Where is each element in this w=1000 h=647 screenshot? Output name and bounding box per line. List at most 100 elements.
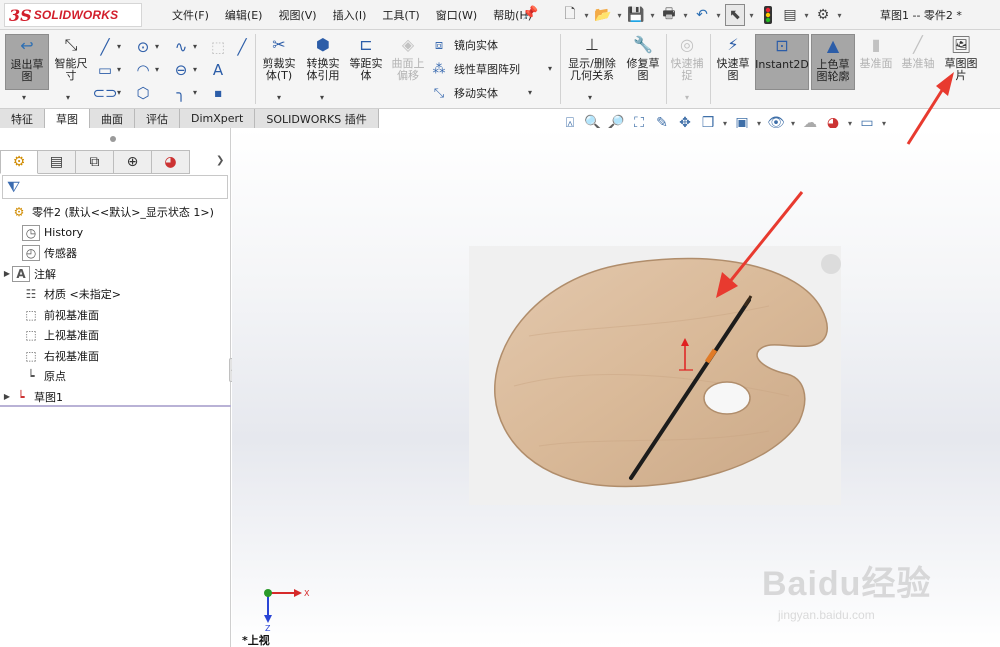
tree-item-right-plane[interactable]: ⬚ 右视基准面 (0, 346, 231, 367)
tree-item-origin[interactable]: ┕ 原点 (0, 366, 231, 387)
tab-surfaces[interactable]: 曲面 (90, 109, 135, 128)
display-manager-tab-icon[interactable]: ◕ (152, 150, 190, 174)
relations-dropdown[interactable]: ▾ (588, 93, 592, 102)
slot-dropdown[interactable]: ▾ (117, 88, 121, 97)
expand-arrow-icon[interactable]: ▶ (2, 392, 12, 401)
hide-show-dropdown[interactable]: ▾ (755, 119, 763, 128)
tab-evaluate[interactable]: 评估 (135, 109, 180, 128)
panel-grip[interactable] (110, 136, 116, 142)
fillet-icon[interactable]: ╮ (171, 83, 191, 103)
new-icon[interactable]: 🗋 (560, 4, 580, 26)
undo-icon[interactable]: ↶ (692, 4, 712, 26)
tab-sketch[interactable]: 草图 (45, 109, 90, 128)
ellipse-dropdown[interactable]: ▾ (193, 65, 197, 74)
tree-item-sensors[interactable]: ◴ 传感器 (0, 243, 231, 264)
polygon-icon[interactable]: ⬡ (133, 83, 153, 103)
offset-on-surface-button[interactable]: ◈ 曲面上偏移 (388, 34, 428, 90)
point-icon[interactable]: ■ (208, 83, 228, 103)
print-dropdown[interactable]: ▾ (681, 11, 690, 20)
options-icon[interactable]: ⚙ (813, 4, 833, 26)
open-icon[interactable]: 📂 (593, 4, 613, 26)
dimxpert-manager-tab-icon[interactable]: ⊕ (114, 150, 152, 174)
tree-item-sketch1[interactable]: ▶ ┕ 草图1 (0, 387, 231, 408)
construction-geometry-icon[interactable]: ⬚ (208, 37, 228, 57)
sketch-picture-button[interactable]: 🖼 草图图片 (942, 34, 980, 90)
tab-solidworks-addins[interactable]: SOLIDWORKS 插件 (255, 109, 379, 128)
spline-dropdown[interactable]: ▾ (193, 42, 197, 51)
convert-entities-button[interactable]: ⬢ 转换实体引用 (302, 34, 344, 90)
reference-plane-button[interactable]: ▮ 基准面 (857, 34, 895, 90)
menu-edit[interactable]: 编辑(E) (217, 7, 271, 23)
move-entities-button[interactable]: ⤡ 移动实体 (430, 84, 498, 102)
arc-dropdown[interactable]: ▾ (155, 65, 159, 74)
mirror-entities-button[interactable]: ⧈ 镜向实体 (430, 36, 498, 54)
menu-tools[interactable]: 工具(T) (374, 7, 427, 23)
configuration-manager-tab-icon[interactable]: ⧉ (76, 150, 114, 174)
circle-icon[interactable]: ⊙ (133, 37, 153, 57)
expand-arrow-icon[interactable]: ▶ (2, 269, 12, 278)
pin-icon[interactable]: 📌 (522, 6, 538, 21)
rectangle-icon[interactable]: ▭ (95, 60, 115, 80)
expand-panel-icon[interactable]: ❯ (216, 155, 224, 166)
arc-icon[interactable]: ◠ (133, 60, 153, 80)
undo-dropdown[interactable]: ▾ (714, 11, 723, 20)
move-dropdown[interactable]: ▾ (528, 88, 532, 97)
display-style-dropdown[interactable]: ▾ (721, 119, 729, 128)
options-dropdown[interactable]: ▾ (835, 11, 844, 20)
tab-features[interactable]: 特征 (0, 109, 45, 128)
tab-dimxpert[interactable]: DimXpert (180, 109, 256, 128)
feature-manager-tab-icon[interactable]: ⚙ (0, 150, 38, 174)
rectangle-dropdown[interactable]: ▾ (117, 65, 121, 74)
tree-item-annotations[interactable]: ▶ A 注解 (0, 264, 231, 285)
rebuild-icon[interactable] (758, 4, 778, 26)
tree-item-top-plane[interactable]: ⬚ 上视基准面 (0, 325, 231, 346)
file-properties-icon[interactable]: ▤ (780, 4, 800, 26)
pattern-dropdown[interactable]: ▾ (548, 64, 552, 73)
menu-window[interactable]: 窗口(W) (428, 7, 485, 23)
file-properties-dropdown[interactable]: ▾ (802, 11, 811, 20)
exit-sketch-button[interactable]: ↩ 退出草图 (5, 34, 49, 90)
tree-root-part[interactable]: ⚙ 零件2 (默认<<默认>_显示状态 1>) (0, 202, 231, 223)
tree-item-history[interactable]: ◷ History (0, 223, 231, 244)
rapid-sketch-button[interactable]: ⚡ 快速草图 (713, 34, 753, 90)
slot-icon[interactable]: ⊂⊃ (92, 83, 117, 103)
rollback-bar[interactable] (0, 405, 231, 407)
ellipse-icon[interactable]: ⊖ (171, 60, 191, 80)
centerline-icon[interactable]: ╱ (232, 37, 252, 57)
circle-dropdown[interactable]: ▾ (155, 42, 159, 51)
display-delete-relations-button[interactable]: ⊥ 显示/删除几何关系 (563, 34, 621, 90)
open-dropdown[interactable]: ▾ (615, 11, 624, 20)
trim-entities-button[interactable]: ✂ 剪裁实体(T) (259, 34, 299, 90)
trim-dropdown[interactable]: ▾ (277, 93, 281, 102)
linear-pattern-button[interactable]: ⁂ 线性草图阵列 (430, 60, 521, 78)
reference-axis-button[interactable]: ╱ 基准轴 (898, 34, 938, 90)
menu-file[interactable]: 文件(F) (164, 7, 217, 23)
tree-item-front-plane[interactable]: ⬚ 前视基准面 (0, 305, 231, 326)
print-icon[interactable]: 🖶 (659, 4, 679, 26)
new-dropdown[interactable]: ▾ (582, 11, 591, 20)
line-icon[interactable]: ╱ (95, 37, 115, 57)
select-icon[interactable]: ⬉ (725, 4, 745, 26)
quick-snaps-dropdown[interactable]: ▾ (685, 93, 689, 102)
quick-snaps-button[interactable]: ◎ 快速捕捉 (668, 34, 706, 90)
display-dropdown[interactable]: ▾ (880, 119, 888, 128)
line-dropdown[interactable]: ▾ (117, 42, 121, 51)
menu-view[interactable]: 视图(V) (270, 7, 324, 23)
select-dropdown[interactable]: ▾ (747, 11, 756, 20)
smart-dimension-button[interactable]: ⤡ 智能尺寸 (52, 34, 90, 90)
smart-dimension-dropdown[interactable]: ▾ (66, 93, 70, 102)
property-manager-tab-icon[interactable]: ▤ (38, 150, 76, 174)
menu-insert[interactable]: 插入(I) (325, 7, 375, 23)
sketch-picture-image[interactable] (469, 246, 841, 505)
convert-dropdown[interactable]: ▾ (320, 93, 324, 102)
save-dropdown[interactable]: ▾ (648, 11, 657, 20)
appearance-dropdown[interactable]: ▾ (789, 119, 797, 128)
feature-tree-filter[interactable]: ⧨ (2, 175, 228, 199)
shaded-sketch-contours-button[interactable]: ▲ 上色草图轮廓 (811, 34, 855, 90)
exit-sketch-dropdown[interactable]: ▾ (22, 93, 26, 102)
offset-entities-button[interactable]: ⊏ 等距实体 (346, 34, 386, 90)
save-icon[interactable]: 💾 (626, 4, 646, 26)
repair-sketch-button[interactable]: 🔧 修复草图 (623, 34, 663, 90)
tree-item-material[interactable]: ☷ 材质 <未指定> (0, 284, 231, 305)
spline-icon[interactable]: ∿ (171, 37, 191, 57)
